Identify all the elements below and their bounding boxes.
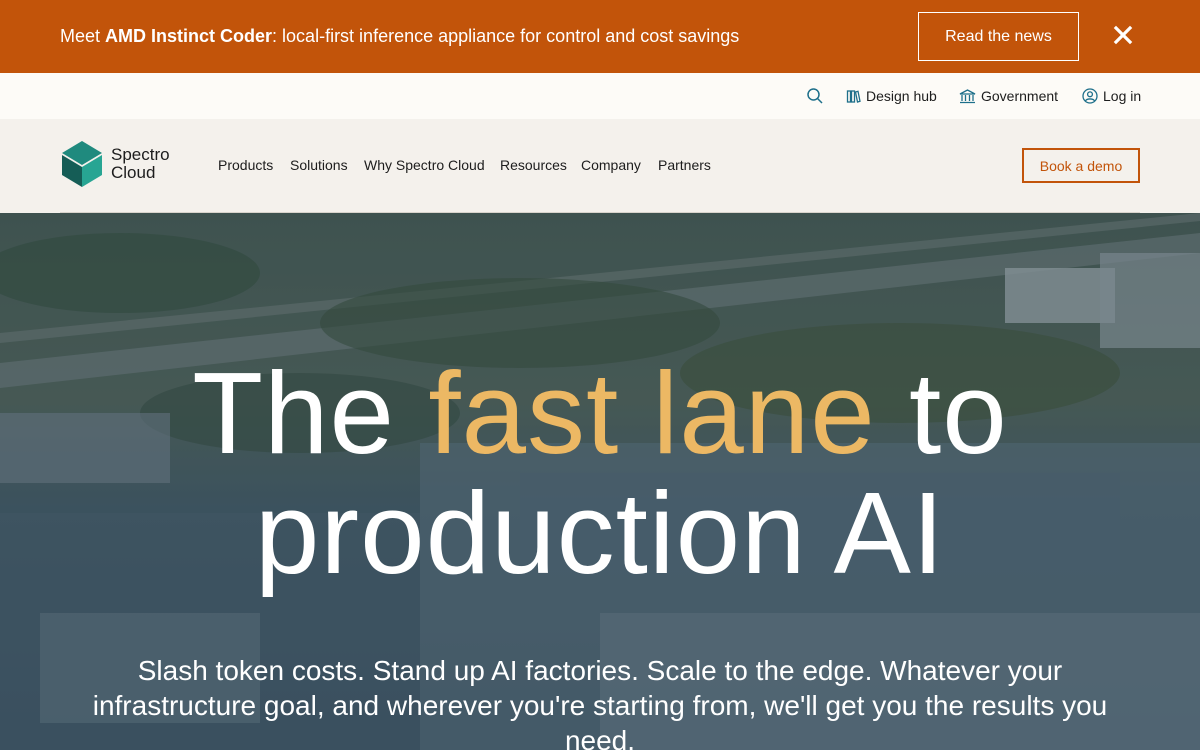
hero-subtitle: Slash token costs. Stand up AI factories… [92,655,1108,750]
utility-design-hub[interactable]: Design hub [846,86,937,106]
spectro-cloud-logo[interactable]: Spectro Cloud [62,141,192,189]
book-demo-button[interactable]: Book a demo [1022,148,1140,183]
logo-line2: Cloud [111,163,156,182]
announcement-prefix: Meet [60,26,106,46]
utility-label: Log in [1103,88,1142,104]
logo-mark-icon [62,141,102,187]
nav-resources[interactable]: Resources [500,157,567,173]
hero-section: The fast lane to production AI Slash tok… [0,213,1200,750]
books-icon [846,89,861,103]
hero-title-accent: fast lane [428,348,876,478]
nav-products[interactable]: Products [218,157,273,173]
utility-government[interactable]: Government [959,86,1058,106]
logo-wordmark: Spectro Cloud [111,146,170,182]
nav-why-spectro-cloud[interactable]: Why Spectro Cloud [364,157,485,173]
search-icon[interactable] [806,86,824,106]
nav-company[interactable]: Company [581,157,641,173]
utility-label: Design hub [866,88,937,104]
user-icon [1082,88,1098,104]
hero-title-line1: The fast lane to [0,353,1200,473]
main-nav: Spectro Cloud Products Solutions Why Spe… [0,119,1200,213]
utility-log-in[interactable]: Log in [1082,86,1141,106]
nav-solutions[interactable]: Solutions [290,157,348,173]
building-icon [959,88,976,103]
hero-title-part2: to [875,348,1008,478]
logo-line1: Spectro [111,145,170,164]
announcement-suffix: : local-first inference appliance for co… [272,26,740,46]
announcement-bar: Meet AMD Instinct Coder: local-first inf… [0,0,1200,73]
nav-partners[interactable]: Partners [658,157,711,173]
read-news-button[interactable]: Read the news [918,12,1079,61]
utility-bar: Design hub Government Log in [0,73,1200,119]
utility-label: Government [981,88,1059,104]
hero-title: The fast lane to production AI [0,353,1200,593]
announcement-product: AMD Instinct Coder [105,26,273,46]
hero-title-part1: The [192,348,429,478]
close-icon[interactable] [1110,22,1136,48]
hero-title-line2: production AI [254,468,946,598]
announcement-text: Meet AMD Instinct Coder: local-first inf… [60,25,739,47]
